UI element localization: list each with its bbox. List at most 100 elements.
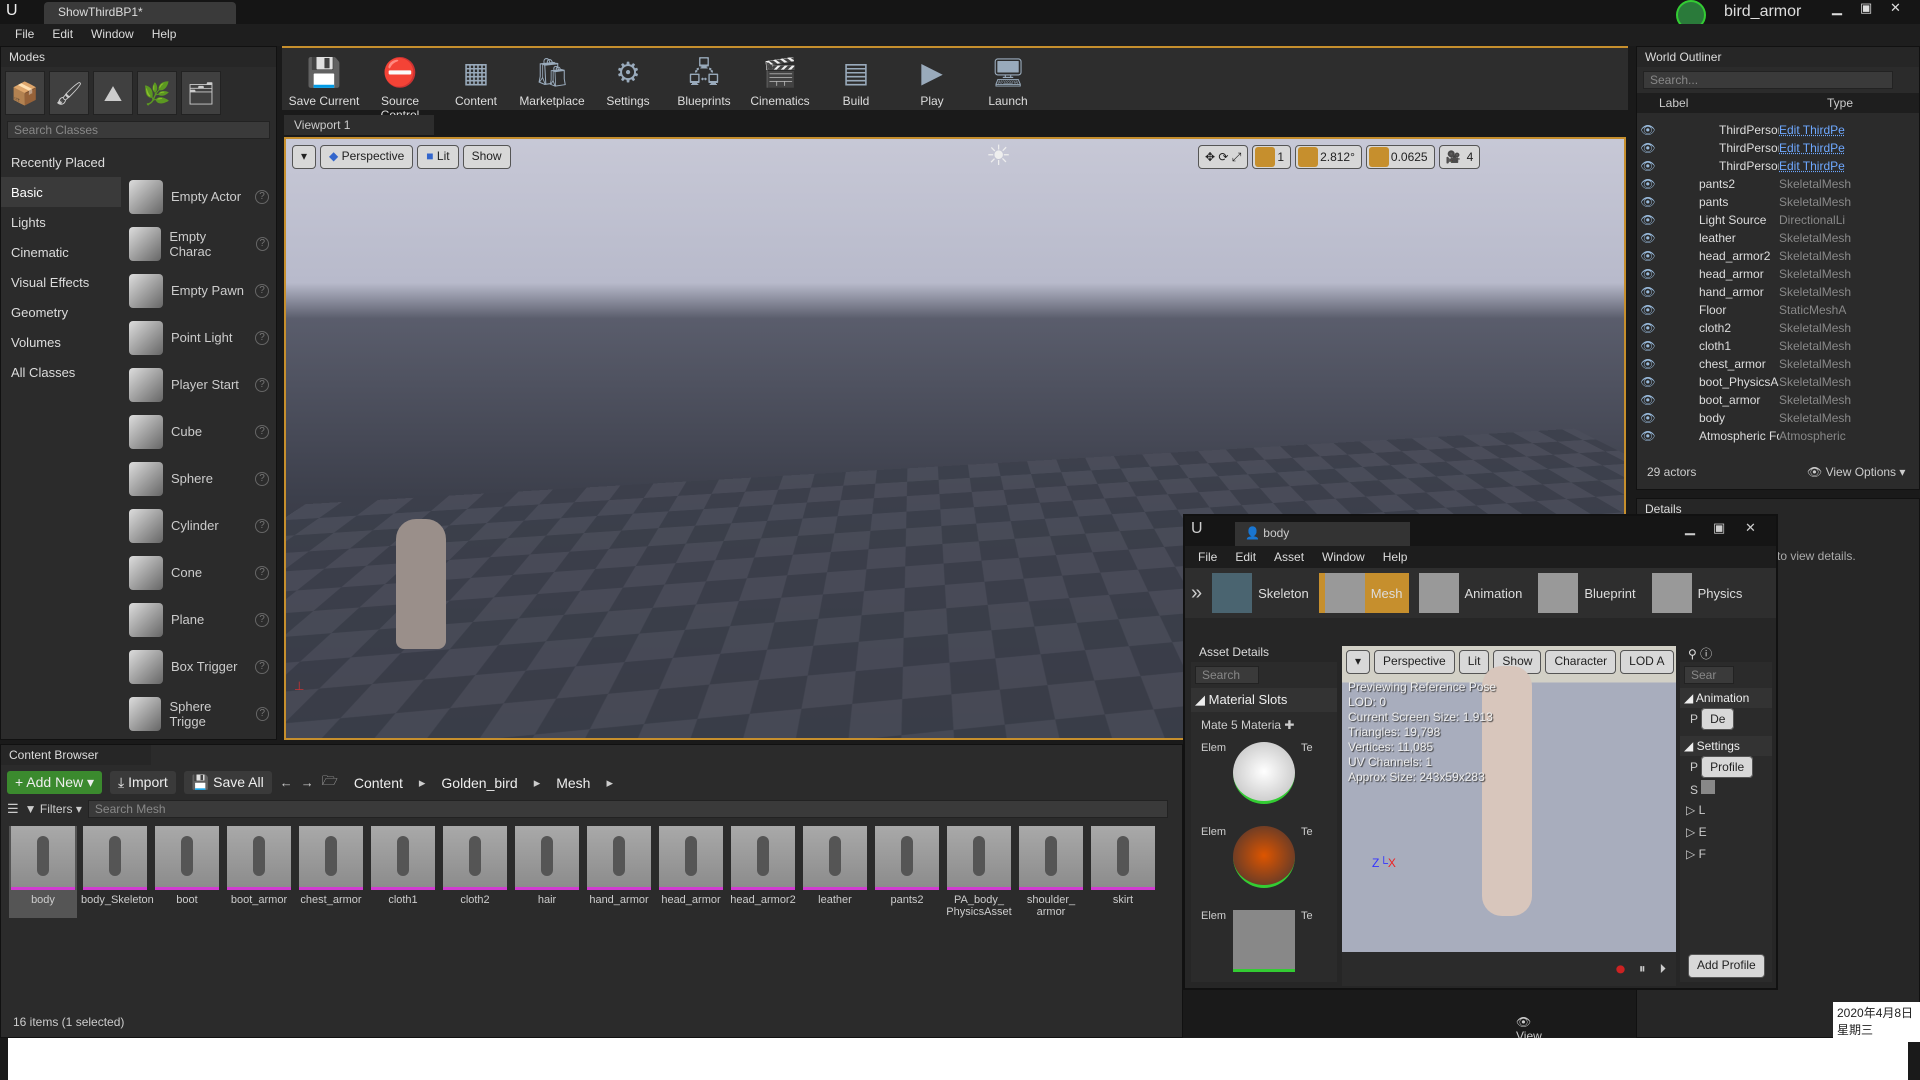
outliner-row[interactable]: 👁 head_armor2 SkeletalMesh — [1637, 247, 1919, 265]
place-mode-icon[interactable]: 📦 — [5, 71, 45, 115]
category-basic[interactable]: Basic — [1, 177, 121, 207]
outliner-row[interactable]: 👁 Atmospheric FogAtmospheric — [1637, 427, 1919, 445]
category-geometry[interactable]: Geometry — [1, 297, 121, 327]
mesh-preview-viewport[interactable]: ▾ Perspective Lit Show Character LOD A P… — [1342, 646, 1676, 952]
category-volumes[interactable]: Volumes — [1, 327, 121, 357]
add-material-icon[interactable]: ✚ — [1284, 718, 1294, 732]
filters-button[interactable]: ▼ Filters ▾ — [25, 802, 82, 816]
menu-window[interactable]: Window — [1315, 550, 1372, 564]
asset-tile[interactable]: shoulder_ armor — [1017, 826, 1085, 918]
outliner-row[interactable]: 👁 boot_armor SkeletalMesh — [1637, 391, 1919, 409]
asset-tile[interactable]: hair — [513, 826, 581, 918]
visibility-eye-icon[interactable]: 👁 — [1637, 231, 1659, 245]
label-column-header[interactable]: Label — [1637, 96, 1827, 110]
import-button[interactable]: ⤓ Import — [110, 771, 176, 794]
texture-button[interactable]: Te — [1301, 826, 1313, 888]
actor-type[interactable]: Edit ThirdPe — [1779, 159, 1859, 173]
mode-blueprint[interactable]: Blueprint — [1532, 573, 1641, 613]
step-forward-button[interactable]: ⏵ — [1660, 961, 1667, 977]
asset-tile[interactable]: cloth2 — [441, 826, 509, 918]
category-lights[interactable]: Lights — [1, 207, 121, 237]
visibility-eye-icon[interactable]: 👁 — [1637, 429, 1659, 443]
outliner-row[interactable]: 👁 boot_PhysicsAssetSkeletalMesh — [1637, 373, 1919, 391]
help-icon[interactable]: ? — [255, 706, 269, 721]
texture-button[interactable]: Te — [1301, 742, 1313, 804]
asset-tile[interactable]: chest_armor — [297, 826, 365, 918]
e-row[interactable]: ▷ E — [1680, 821, 1772, 843]
preview-lod-button[interactable]: LOD A — [1620, 650, 1674, 674]
asset-tile[interactable]: pants2 — [873, 826, 941, 918]
class-item[interactable]: Plane? — [123, 596, 275, 643]
help-icon[interactable]: ? — [255, 189, 269, 204]
visibility-eye-icon[interactable]: 👁 — [1637, 375, 1659, 389]
help-icon[interactable]: ? — [255, 330, 269, 345]
toolbar-build-button[interactable]: ▤ Build — [820, 52, 892, 108]
outliner-row[interactable]: 👁 ThirdPersonCharactEdit ThirdPe — [1637, 157, 1919, 175]
class-item[interactable]: Cylinder? — [123, 502, 275, 549]
content-browser-tab[interactable]: Content Browser — [1, 745, 151, 765]
category-recently-placed[interactable]: Recently Placed — [1, 147, 121, 177]
menu-edit[interactable]: Edit — [45, 27, 80, 43]
outliner-row[interactable]: 👁 cloth2 SkeletalMesh — [1637, 319, 1919, 337]
help-icon[interactable]: ? — [255, 424, 269, 439]
visibility-eye-icon[interactable]: 👁 — [1637, 411, 1659, 425]
help-icon[interactable]: ? — [255, 377, 269, 392]
menu-edit[interactable]: Edit — [1228, 550, 1263, 564]
visibility-eye-icon[interactable]: 👁 — [1637, 267, 1659, 281]
visibility-eye-icon[interactable]: 👁 — [1637, 249, 1659, 263]
asset-tile[interactable]: body — [9, 826, 77, 918]
outliner-row[interactable]: 👁 Floor StaticMeshA — [1637, 301, 1919, 319]
menu-asset[interactable]: Asset — [1267, 550, 1311, 564]
visibility-eye-icon[interactable]: 👁 — [1637, 213, 1659, 227]
class-item[interactable]: Point Light? — [123, 314, 275, 361]
asset-tile[interactable]: PA_body_ PhysicsAsset — [945, 826, 1013, 918]
outliner-row[interactable]: 👁 pants2 SkeletalMesh — [1637, 175, 1919, 193]
rotation-snap-toggle[interactable]: 2.812° — [1295, 145, 1362, 169]
pause-button[interactable]: ⏸ — [1639, 961, 1646, 977]
back-arrow-icon[interactable]: ← — [280, 775, 293, 790]
scale-snap-toggle[interactable]: 0.0625 — [1365, 145, 1435, 169]
class-item[interactable]: Box Trigger? — [123, 643, 275, 690]
outliner-row[interactable]: 👁 leather SkeletalMesh — [1637, 229, 1919, 247]
visibility-eye-icon[interactable]: 👁 — [1637, 339, 1659, 353]
toolbar-save-current-button[interactable]: 💾 Save Current — [288, 52, 360, 108]
minimize-button[interactable]: ▁ — [1832, 0, 1842, 16]
material-slots-header[interactable]: ◢ Material Slots — [1191, 688, 1337, 712]
visibility-eye-icon[interactable]: 👁 — [1637, 177, 1659, 191]
preview-lit-button[interactable]: Lit — [1458, 650, 1490, 674]
help-icon[interactable]: ? — [255, 236, 269, 251]
type-column-header[interactable]: Type — [1827, 96, 1853, 110]
menu-help[interactable]: Help — [1376, 550, 1415, 564]
visibility-eye-icon[interactable]: 👁 — [1637, 159, 1659, 173]
visibility-eye-icon[interactable]: 👁 — [1637, 303, 1659, 317]
landscape-mode-icon[interactable]: ⛰ — [93, 71, 133, 115]
outliner-row[interactable]: 👁 cloth1 SkeletalMesh — [1637, 337, 1919, 355]
add-profile-button[interactable]: Add Profile — [1688, 954, 1765, 978]
expand-chevron-icon[interactable]: » — [1191, 582, 1202, 605]
save-all-button[interactable]: 💾 Save All — [183, 771, 272, 794]
class-item[interactable]: Empty Actor? — [123, 173, 275, 220]
outliner-row[interactable]: 👁 ThirdPersonCharactEdit ThirdPe — [1637, 121, 1919, 139]
outliner-search-input[interactable]: Search... — [1643, 71, 1893, 89]
visibility-eye-icon[interactable]: 👁 — [1637, 123, 1659, 137]
modes-tab[interactable]: Modes — [1, 47, 276, 67]
help-icon[interactable]: ? — [255, 471, 269, 486]
foliage-mode-icon[interactable]: 🌿 — [137, 71, 177, 115]
menu-file[interactable]: File — [8, 27, 41, 43]
mode-skeleton[interactable]: Skeleton — [1206, 573, 1315, 613]
record-button[interactable]: ⏺ — [1616, 959, 1625, 980]
transform-tools[interactable]: ✥ ⟳ ⤢ — [1198, 145, 1249, 169]
viewport-tab[interactable]: Viewport 1 — [284, 115, 434, 135]
preview-character-button[interactable]: Character — [1545, 650, 1617, 674]
outliner-row[interactable]: 👁 pants SkeletalMesh — [1637, 193, 1919, 211]
lit-button[interactable]: ■ Lit — [417, 145, 459, 169]
close-button[interactable]: ✕ — [1890, 0, 1901, 16]
close-button[interactable]: ✕ — [1745, 520, 1756, 536]
s-checkbox[interactable] — [1701, 780, 1716, 794]
sources-toggle-icon[interactable]: ☰ — [7, 801, 19, 817]
preview-perspective-button[interactable]: Perspective — [1374, 650, 1455, 674]
visibility-eye-icon[interactable]: 👁 — [1637, 321, 1659, 335]
help-icon[interactable]: ? — [255, 659, 269, 674]
menu-window[interactable]: Window — [84, 27, 141, 43]
outliner-view-options[interactable]: 👁 View Options ▾ — [1807, 465, 1905, 479]
